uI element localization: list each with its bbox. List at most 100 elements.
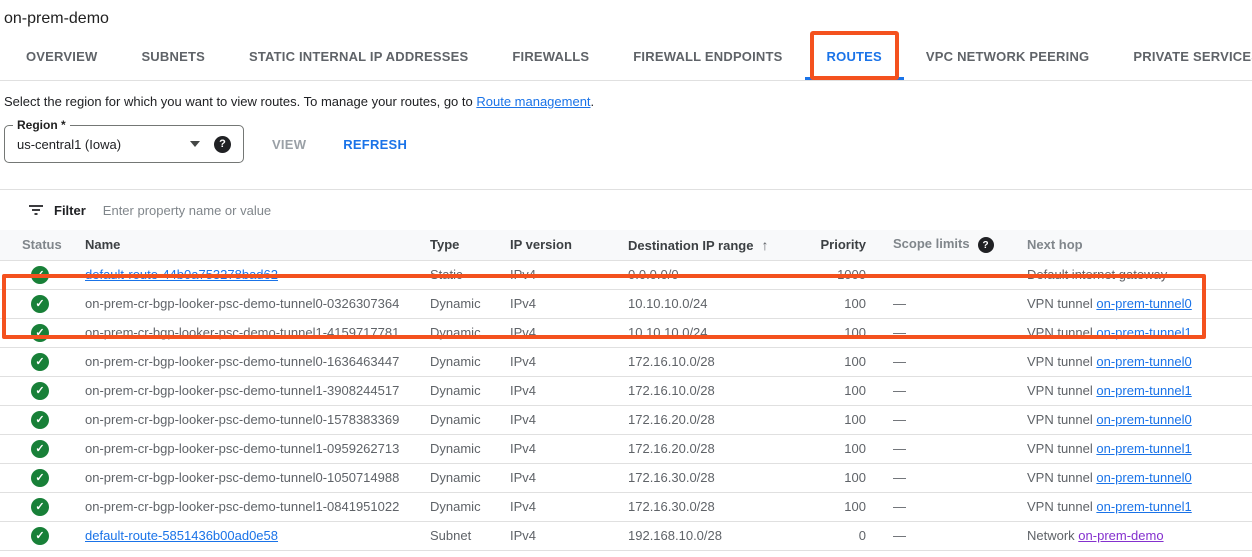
priority-cell: 100 <box>778 463 868 492</box>
next-hop-text: VPN tunnel <box>1027 325 1096 340</box>
route-name: on-prem-cr-bgp-looker-psc-demo-tunnel1-4… <box>85 325 399 340</box>
column-type[interactable]: Type <box>430 230 510 260</box>
destination-ip-range-cell: 172.16.10.0/28 <box>628 376 778 405</box>
column-ip-version[interactable]: IP version <box>510 230 628 260</box>
table-row: ✓ on-prem-cr-bgp-looker-psc-demo-tunnel0-… <box>0 347 1252 376</box>
status-ok-icon: ✓ <box>31 353 49 371</box>
tab-routes[interactable]: ROUTES <box>805 33 904 80</box>
next-hop-text: VPN tunnel <box>1027 383 1096 398</box>
next-hop-link[interactable]: on-prem-tunnel1 <box>1096 499 1191 514</box>
ip-version-cell: IPv4 <box>510 289 628 318</box>
priority-cell: 100 <box>778 347 868 376</box>
region-select-value: us-central1 (Iowa) <box>17 137 186 152</box>
tab-subnets[interactable]: SUBNETS <box>119 33 227 80</box>
next-hop-cell: VPN tunnel on-prem-tunnel1 <box>1027 492 1252 521</box>
destination-ip-range-cell: 0.0.0.0/0 <box>628 260 778 289</box>
column-scope-limits: Scope limits? <box>868 230 1027 260</box>
refresh-button[interactable]: REFRESH <box>343 137 407 152</box>
scope-limits-cell: — <box>868 492 1027 521</box>
ip-version-cell: IPv4 <box>510 405 628 434</box>
region-row: Region * us-central1 (Iowa) ? VIEW REFRE… <box>4 120 1252 168</box>
scope-limits-cell: — <box>868 521 1027 550</box>
name-cell: on-prem-cr-bgp-looker-psc-demo-tunnel1-4… <box>85 318 430 347</box>
filter-input[interactable] <box>103 203 523 218</box>
status-cell: ✓ <box>0 434 85 463</box>
column-name[interactable]: Name <box>85 230 430 260</box>
tab-vpc-network-peering[interactable]: VPC NETWORK PEERING <box>904 33 1111 80</box>
status-ok-icon: ✓ <box>31 266 49 284</box>
destination-ip-range-cell: 10.10.10.0/24 <box>628 318 778 347</box>
status-ok-icon: ✓ <box>31 324 49 342</box>
next-hop-text: VPN tunnel <box>1027 412 1096 427</box>
type-cell: Dynamic <box>430 434 510 463</box>
next-hop-link[interactable]: on-prem-tunnel1 <box>1096 383 1191 398</box>
type-cell: Dynamic <box>430 289 510 318</box>
routes-description-text: Select the region for which you want to … <box>4 94 476 109</box>
type-cell: Dynamic <box>430 376 510 405</box>
name-cell: on-prem-cr-bgp-looker-psc-demo-tunnel1-3… <box>85 376 430 405</box>
region-select[interactable]: Region * us-central1 (Iowa) ? <box>4 125 244 163</box>
next-hop-cell: VPN tunnel on-prem-tunnel0 <box>1027 289 1252 318</box>
route-name-link[interactable]: default-route-5851436b00ad0e58 <box>85 528 278 543</box>
scope-limits-cell: — <box>868 347 1027 376</box>
route-name: on-prem-cr-bgp-looker-psc-demo-tunnel1-0… <box>85 499 399 514</box>
next-hop-cell: VPN tunnel on-prem-tunnel1 <box>1027 318 1252 347</box>
next-hop-text: Network <box>1027 528 1078 543</box>
next-hop-link[interactable]: on-prem-tunnel1 <box>1096 325 1191 340</box>
next-hop-link[interactable]: on-prem-tunnel0 <box>1096 354 1191 369</box>
priority-cell: 100 <box>778 492 868 521</box>
name-cell: on-prem-cr-bgp-looker-psc-demo-tunnel0-0… <box>85 289 430 318</box>
next-hop-text: Default internet gateway <box>1027 267 1167 282</box>
destination-ip-range-cell: 172.16.30.0/28 <box>628 492 778 521</box>
view-button[interactable]: VIEW <box>272 137 306 152</box>
tab-firewalls[interactable]: FIREWALLS <box>490 33 611 80</box>
route-name: on-prem-cr-bgp-looker-psc-demo-tunnel1-3… <box>85 383 399 398</box>
column-scope-limits-label: Scope limits <box>893 236 970 251</box>
name-cell: default-route-5851436b00ad0e58 <box>85 521 430 550</box>
tab-overview[interactable]: OVERVIEW <box>4 33 119 80</box>
scope-limits-cell: — <box>868 405 1027 434</box>
scope-limits-cell: — <box>868 376 1027 405</box>
priority-cell: 100 <box>778 405 868 434</box>
ip-version-cell: IPv4 <box>510 434 628 463</box>
ip-version-cell: IPv4 <box>510 492 628 521</box>
next-hop-text: VPN tunnel <box>1027 354 1096 369</box>
next-hop-link[interactable]: on-prem-tunnel0 <box>1096 296 1191 311</box>
type-cell: Dynamic <box>430 463 510 492</box>
destination-ip-range-cell: 172.16.20.0/28 <box>628 405 778 434</box>
type-cell: Dynamic <box>430 347 510 376</box>
status-cell: ✓ <box>0 289 85 318</box>
table-row: ✓on-prem-cr-bgp-looker-psc-demo-tunnel0-… <box>0 405 1252 434</box>
region-help-icon[interactable]: ? <box>214 136 231 153</box>
table-row: ✓default-route-5851436b00ad0e58SubnetIPv… <box>0 521 1252 550</box>
next-hop-cell: VPN tunnel on-prem-tunnel1 <box>1027 434 1252 463</box>
scope-limits-cell: — <box>868 434 1027 463</box>
tab-routes-label: ROUTES <box>827 49 882 64</box>
routes-description-period: . <box>591 94 595 109</box>
next-hop-link[interactable]: on-prem-tunnel0 <box>1096 412 1191 427</box>
destination-ip-range-cell: 172.16.30.0/28 <box>628 463 778 492</box>
tab-static-internal-ip-addresses[interactable]: STATIC INTERNAL IP ADDRESSES <box>227 33 490 80</box>
destination-ip-range-cell: 172.16.10.0/28 <box>628 347 778 376</box>
tab-private-services-access[interactable]: PRIVATE SERVICES ACCESS <box>1111 33 1252 80</box>
ip-version-cell: IPv4 <box>510 318 628 347</box>
ip-version-cell: IPv4 <box>510 521 628 550</box>
status-cell: ✓ <box>0 318 85 347</box>
table-row: ✓on-prem-cr-bgp-looker-psc-demo-tunnel1-… <box>0 376 1252 405</box>
type-cell: Dynamic <box>430 492 510 521</box>
next-hop-link[interactable]: on-prem-demo <box>1078 528 1163 543</box>
status-ok-icon: ✓ <box>31 295 49 313</box>
column-priority[interactable]: Priority <box>778 230 868 260</box>
next-hop-link[interactable]: on-prem-tunnel0 <box>1096 470 1191 485</box>
route-name-link[interactable]: default-route-44b0a753278bad62 <box>85 267 278 282</box>
priority-cell: 100 <box>778 376 868 405</box>
route-management-link[interactable]: Route management <box>476 94 590 109</box>
destination-ip-range-cell: 172.16.20.0/28 <box>628 434 778 463</box>
next-hop-link[interactable]: on-prem-tunnel1 <box>1096 441 1191 456</box>
tab-firewall-endpoints[interactable]: FIREWALL ENDPOINTS <box>611 33 804 80</box>
scope-limits-help-icon[interactable]: ? <box>978 237 994 253</box>
ip-version-cell: IPv4 <box>510 463 628 492</box>
route-name: on-prem-cr-bgp-looker-psc-demo-tunnel0-1… <box>85 354 399 369</box>
next-hop-cell: VPN tunnel on-prem-tunnel0 <box>1027 347 1252 376</box>
column-destination-ip-range[interactable]: Destination IP range↑ <box>628 230 778 260</box>
